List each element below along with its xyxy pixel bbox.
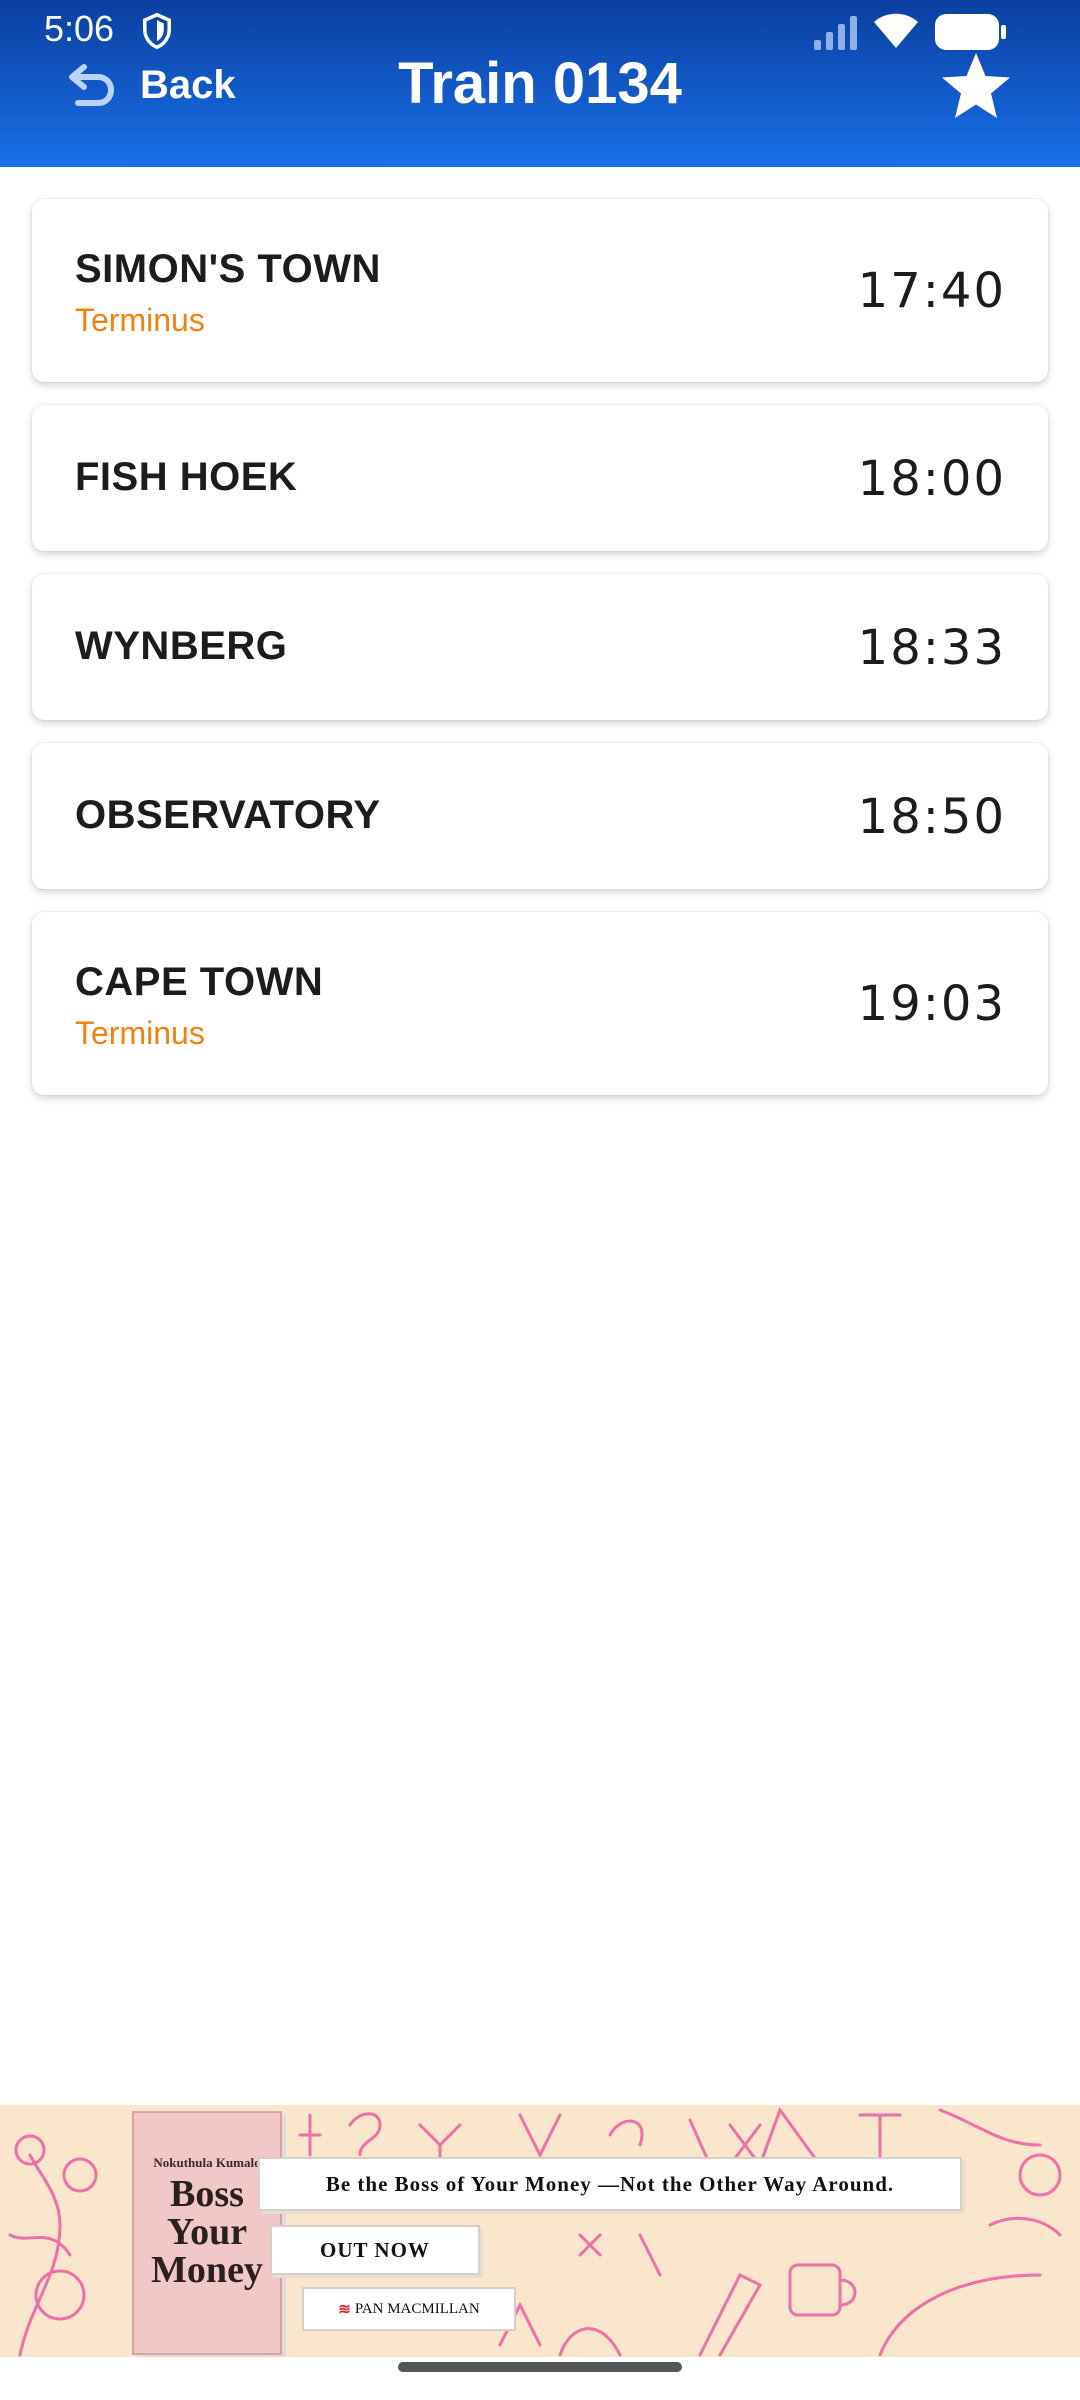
ad-tagline: Be the Boss of Your Money —Not the Other…	[258, 2157, 962, 2211]
station-name: SIMON'S TOWN	[75, 247, 381, 291]
stop-card[interactable]: OBSERVATORY 18:50	[32, 743, 1048, 889]
publisher-name: PAN MACMILLAN	[354, 2300, 480, 2317]
stop-card[interactable]: WYNBERG 18:33	[32, 574, 1048, 720]
stop-card[interactable]: FISH HOEK 18:00	[32, 405, 1048, 551]
terminus-label: Terminus	[75, 302, 205, 338]
ad-cta-button[interactable]: OUT NOW	[270, 2225, 480, 2275]
stop-list: SIMON'S TOWN Terminus 17:40 FISH HOEK 18…	[32, 199, 1048, 1118]
app-header: 5:06 Back Train 0134	[0, 0, 1080, 167]
publisher-logo-icon: ≋	[338, 2301, 351, 2318]
departure-time: 17:40	[857, 263, 1006, 319]
station-name: WYNBERG	[75, 624, 288, 668]
departure-time: 18:33	[857, 620, 1006, 676]
departure-time: 19:03	[857, 976, 1006, 1032]
page-title: Train 0134	[398, 51, 682, 116]
departure-time: 18:00	[857, 451, 1006, 507]
shield-icon	[143, 12, 171, 50]
book-cover: Nokuthula Kumalo Boss Your Money	[132, 2111, 282, 2355]
wifi-icon	[874, 13, 918, 48]
stop-card[interactable]: SIMON'S TOWN Terminus 17:40	[32, 199, 1048, 382]
station-name: CAPE TOWN	[75, 960, 324, 1004]
station-name: FISH HOEK	[75, 455, 298, 499]
favorite-star-icon[interactable]	[938, 50, 1014, 122]
status-time: 5:06	[44, 8, 115, 49]
station-name: OBSERVATORY	[75, 793, 381, 837]
battery-icon	[935, 14, 1006, 50]
ad-publisher: ≋ PAN MACMILLAN	[302, 2287, 516, 2331]
terminus-label: Terminus	[75, 1015, 205, 1051]
home-indicator[interactable]	[398, 2362, 682, 2372]
stop-card[interactable]: CAPE TOWN Terminus 19:03	[32, 912, 1048, 1095]
signal-icon	[814, 16, 857, 50]
departure-time: 18:50	[857, 789, 1006, 845]
ad-banner[interactable]: Nokuthula Kumalo Boss Your Money Be the …	[0, 2105, 1080, 2357]
